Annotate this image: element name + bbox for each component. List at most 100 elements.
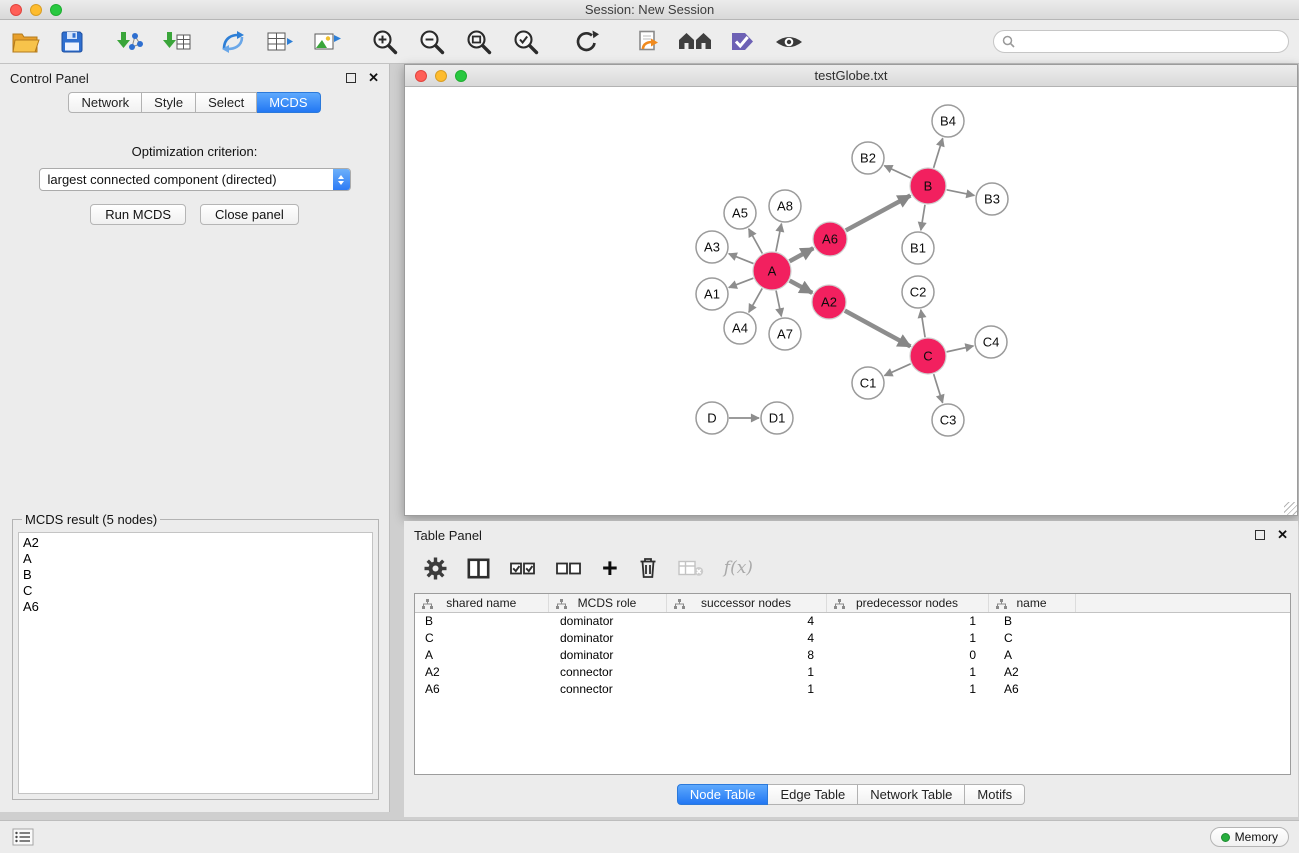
edge-A-A5[interactable]	[749, 229, 763, 254]
network-maximize-button[interactable]	[455, 70, 467, 82]
open-session-button[interactable]	[8, 26, 42, 58]
delete-column-button[interactable]	[638, 556, 658, 580]
node-C3[interactable]: C3	[932, 404, 964, 436]
node-D[interactable]: D	[696, 402, 728, 434]
export-table-button[interactable]	[263, 26, 297, 58]
export-image-button[interactable]	[310, 26, 344, 58]
edge-A2-C[interactable]	[845, 311, 911, 347]
add-column-button[interactable]: +	[602, 558, 618, 578]
edge-C-C3[interactable]	[934, 374, 943, 403]
edge-B-B1[interactable]	[921, 205, 925, 230]
node-C[interactable]: C	[910, 338, 946, 374]
node-B2[interactable]: B2	[852, 142, 884, 174]
node-A2[interactable]: A2	[812, 285, 846, 319]
deselect-all-button[interactable]	[556, 560, 582, 577]
table-row[interactable]: A6connector11A6	[415, 680, 1290, 697]
select-all-button[interactable]	[510, 560, 536, 577]
show-columns-button[interactable]	[467, 558, 490, 579]
table-row[interactable]: Adominator80A	[415, 646, 1290, 663]
table-tab-node-table[interactable]: Node Table	[677, 784, 769, 805]
table-settings-button[interactable]	[424, 557, 447, 580]
node-A7[interactable]: A7	[769, 318, 801, 350]
mcds-result-item[interactable]: A2	[19, 535, 372, 551]
edge-A-A7[interactable]	[776, 291, 781, 317]
mcds-result-item[interactable]: A	[19, 551, 372, 567]
import-table-button[interactable]	[160, 26, 194, 58]
mcds-result-item[interactable]: A6	[19, 599, 372, 615]
node-C4[interactable]: C4	[975, 326, 1007, 358]
edge-C-C1[interactable]	[884, 364, 910, 376]
edge-A-A8[interactable]	[776, 224, 782, 252]
zoom-in-button[interactable]	[368, 26, 402, 58]
node-C2[interactable]: C2	[902, 276, 934, 308]
table-float-panel-icon[interactable]	[1255, 530, 1265, 540]
search-input[interactable]	[1020, 34, 1280, 49]
node-B1[interactable]: B1	[902, 232, 934, 264]
network-minimize-button[interactable]	[435, 70, 447, 82]
import-network-button[interactable]	[113, 26, 147, 58]
open-document-button[interactable]	[631, 26, 665, 58]
mcds-result-item[interactable]: C	[19, 583, 372, 599]
node-B[interactable]: B	[910, 168, 946, 204]
column-header-shared-name[interactable]: shared name	[415, 594, 548, 612]
node-A1[interactable]: A1	[696, 278, 728, 310]
optimization-dropdown[interactable]: largest connected component (directed)	[39, 168, 351, 191]
tab-select[interactable]: Select	[196, 92, 257, 113]
column-header-successor-nodes[interactable]: successor nodes	[666, 594, 826, 612]
close-panel-button[interactable]: Close panel	[200, 204, 299, 225]
edge-B-B2[interactable]	[884, 166, 910, 178]
network-canvas[interactable]: B4B2BB3A5A8A6A3B1AC2A1A2A4A7C4CC1C3DD1	[405, 87, 1297, 515]
column-header-name[interactable]: name	[988, 594, 1075, 612]
edge-A-A6[interactable]	[790, 248, 814, 261]
edge-A-A4[interactable]	[749, 288, 762, 312]
column-header-MCDS-role[interactable]: MCDS role	[548, 594, 666, 612]
show-hide-button[interactable]	[772, 26, 806, 58]
zoom-fit-button[interactable]	[462, 26, 496, 58]
toolbar-search[interactable]	[993, 30, 1289, 53]
edge-A-A3[interactable]	[729, 254, 754, 264]
mcds-result-list[interactable]: A2ABCA6	[18, 532, 373, 794]
edge-A-A2[interactable]	[790, 281, 813, 293]
network-close-button[interactable]	[415, 70, 427, 82]
run-mcds-button[interactable]: Run MCDS	[90, 204, 186, 225]
table-tab-motifs[interactable]: Motifs	[965, 784, 1025, 805]
table-row[interactable]: A2connector11A2	[415, 663, 1290, 680]
close-window-button[interactable]	[10, 4, 22, 16]
delete-table-button[interactable]	[678, 559, 704, 577]
edge-B-B3[interactable]	[947, 190, 975, 196]
maximize-window-button[interactable]	[50, 4, 62, 16]
show-panels-button[interactable]	[12, 828, 34, 846]
node-A8[interactable]: A8	[769, 190, 801, 222]
node-C1[interactable]: C1	[852, 367, 884, 399]
edge-B-B4[interactable]	[934, 138, 943, 168]
table-tab-network-table[interactable]: Network Table	[858, 784, 965, 805]
node-A5[interactable]: A5	[724, 197, 756, 229]
node-B3[interactable]: B3	[976, 183, 1008, 215]
mcds-result-item[interactable]: B	[19, 567, 372, 583]
table-tab-edge-table[interactable]: Edge Table	[768, 784, 858, 805]
tab-network[interactable]: Network	[68, 92, 142, 113]
table-row[interactable]: Bdominator41B	[415, 612, 1290, 629]
edge-C-C2[interactable]	[921, 310, 925, 337]
resize-grip[interactable]	[1284, 502, 1297, 515]
node-B4[interactable]: B4	[932, 105, 964, 137]
column-header-predecessor-nodes[interactable]: predecessor nodes	[826, 594, 988, 612]
node-A3[interactable]: A3	[696, 231, 728, 263]
table-row[interactable]: Cdominator41C	[415, 629, 1290, 646]
table-close-panel-icon[interactable]: ✕	[1277, 527, 1288, 543]
memory-button[interactable]: Memory	[1210, 827, 1289, 847]
minimize-window-button[interactable]	[30, 4, 42, 16]
float-panel-icon[interactable]	[346, 73, 356, 83]
edge-A-A1[interactable]	[729, 278, 754, 287]
zoom-selected-button[interactable]	[509, 26, 543, 58]
annotation-check-button[interactable]	[725, 26, 759, 58]
node-D1[interactable]: D1	[761, 402, 793, 434]
node-A[interactable]: A	[753, 252, 791, 290]
apply-layout-button[interactable]	[569, 26, 603, 58]
edge-C-C4[interactable]	[947, 346, 974, 352]
close-panel-icon[interactable]: ✕	[368, 70, 379, 86]
tab-style[interactable]: Style	[142, 92, 196, 113]
node-A6[interactable]: A6	[813, 222, 847, 256]
first-neighbors-button[interactable]	[678, 26, 712, 58]
save-session-button[interactable]	[55, 26, 89, 58]
